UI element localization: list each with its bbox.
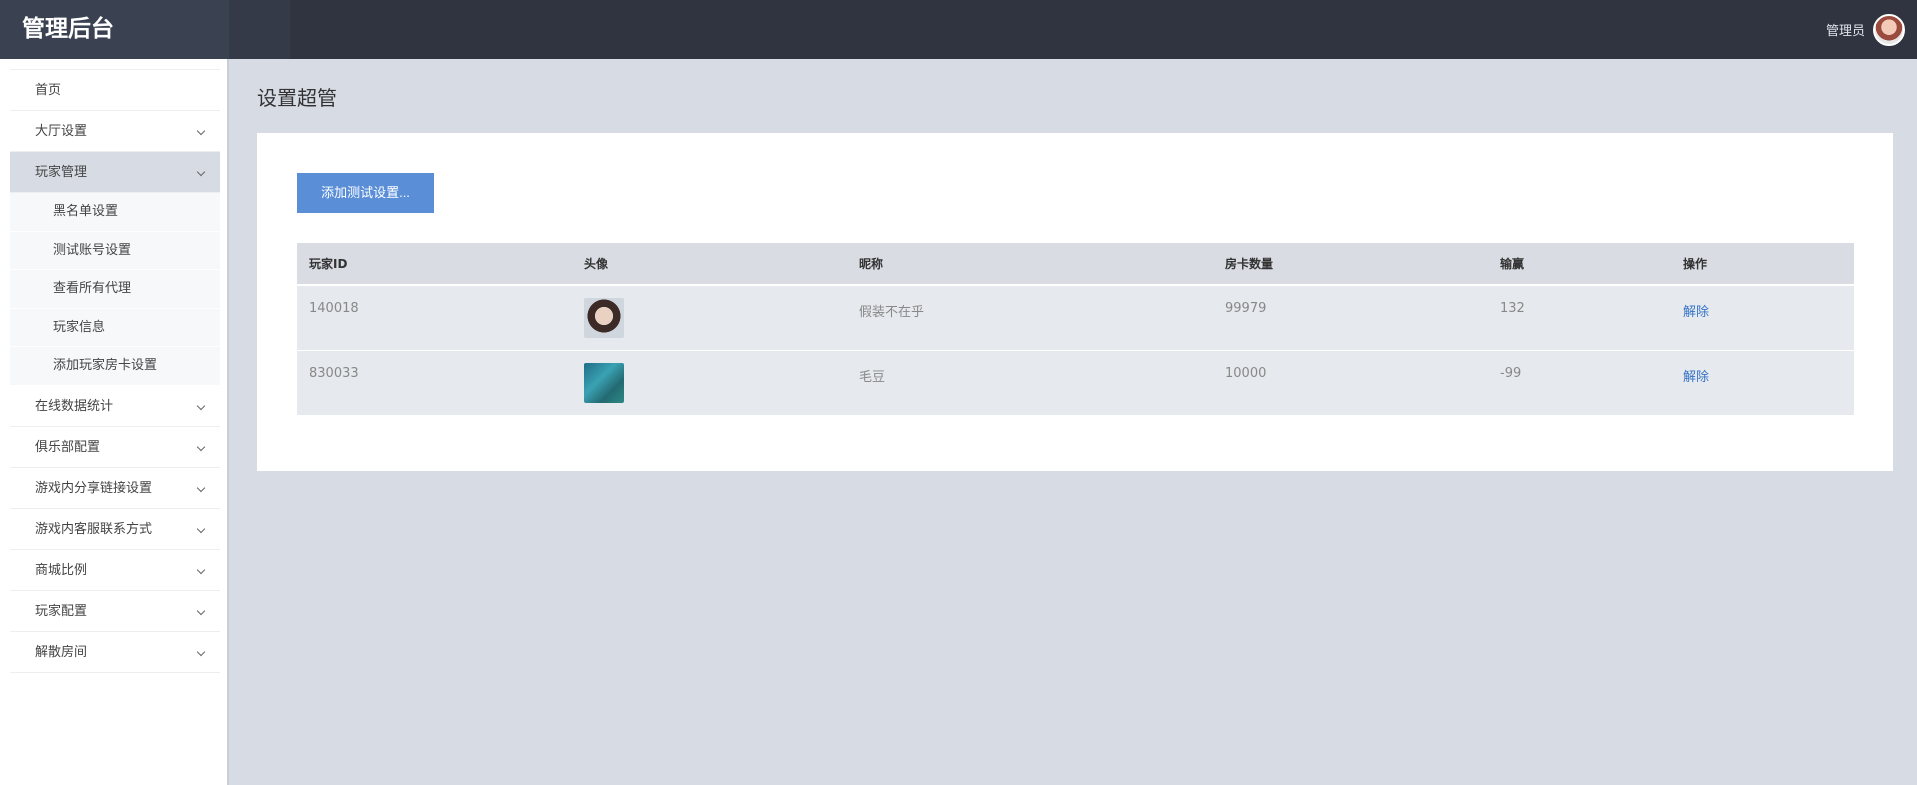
cell-nickname: 毛豆 (847, 350, 1213, 416)
cell-player-id: 830033 (297, 350, 572, 416)
column-header-room-cards[interactable]: 房卡数量 (1213, 243, 1488, 286)
chevron-down-icon (196, 126, 206, 136)
cell-action: 解除 (1671, 350, 1854, 416)
sidebar-item-label: 俱乐部配置 (35, 439, 101, 455)
submenu-item-all-agents[interactable]: 查看所有代理 (10, 270, 220, 309)
chevron-down-icon (196, 167, 206, 177)
sidebar-item-label: 首页 (35, 83, 62, 98)
sidebar-item-shop-ratio[interactable]: 商城比例 (10, 550, 220, 591)
sidebar-item-online-stats[interactable]: 在线数据统计 (10, 386, 220, 427)
chevron-down-icon (196, 401, 206, 410)
column-header-win-loss[interactable]: 输赢 (1488, 243, 1671, 286)
sidebar-item-label: 商城比例 (35, 562, 88, 578)
super-admin-table: 玩家ID 头像 昵称 房卡数量 输赢 操作 140018 假装不在乎 99979… (297, 243, 1854, 416)
cell-room-cards: 10000 (1213, 350, 1488, 416)
chevron-down-icon (196, 565, 206, 574)
sidebar-item-customer-service[interactable]: 游戏内客服联系方式 (10, 509, 220, 550)
chevron-down-icon (196, 524, 206, 533)
column-header-nickname[interactable]: 昵称 (847, 243, 1213, 286)
table-row: 140018 假装不在乎 99979 132 解除 (297, 285, 1854, 351)
chevron-down-icon (196, 483, 206, 492)
user-name[interactable]: 管理员 (1826, 20, 1865, 39)
cell-win-loss: -99 (1488, 350, 1671, 416)
chevron-down-icon (196, 606, 206, 615)
sidebar-item-player-config[interactable]: 玩家配置 (10, 591, 220, 632)
column-header-player-id[interactable]: 玩家ID (297, 243, 572, 286)
column-header-actions[interactable]: 操作 (1671, 243, 1854, 286)
sidebar-item-label: 在线数据统计 (35, 398, 114, 414)
submenu-item-test-accounts[interactable]: 测试账号设置 (10, 232, 220, 270)
submenu-item-player-info[interactable]: 玩家信息 (10, 309, 220, 347)
table-row: 830033 毛豆 10000 -99 解除 (297, 350, 1854, 416)
sidebar-menu: 首页 大厅设置 玩家管理 黑名单设置 测试账号设置 查看所有代理 玩家信息 添加… (10, 69, 220, 673)
cell-avatar (572, 285, 847, 351)
remove-link[interactable]: 解除 (1683, 305, 1709, 320)
sidebar-item-club-config[interactable]: 俱乐部配置 (10, 427, 220, 468)
add-test-settings-button[interactable]: 添加测试设置... (297, 173, 434, 213)
table-header-row: 玩家ID 头像 昵称 房卡数量 输赢 操作 (297, 243, 1854, 286)
sidebar-item-share-link[interactable]: 游戏内分享链接设置 (10, 468, 220, 509)
sidebar: 首页 大厅设置 玩家管理 黑名单设置 测试账号设置 查看所有代理 玩家信息 添加… (0, 59, 229, 785)
remove-link[interactable]: 解除 (1683, 370, 1709, 385)
cell-win-loss: 132 (1488, 285, 1671, 351)
player-avatar-image (584, 298, 624, 338)
sidebar-item-label: 玩家配置 (35, 603, 88, 619)
sidebar-item-label: 大厅设置 (35, 124, 88, 139)
top-header: 管理后台 管理员 (0, 0, 1917, 59)
cell-room-cards: 99979 (1213, 285, 1488, 351)
user-avatar[interactable] (1873, 13, 1905, 46)
cell-avatar (572, 350, 847, 416)
sidebar-item-home[interactable]: 首页 (10, 70, 220, 111)
page-title: 设置超管 (257, 86, 337, 110)
submenu-item-blacklist[interactable]: 黑名单设置 (10, 193, 220, 232)
sidebar-item-dissolve-room[interactable]: 解散房间 (10, 632, 220, 673)
sidebar-item-player-management[interactable]: 玩家管理 (10, 152, 220, 193)
player-management-submenu: 黑名单设置 测试账号设置 查看所有代理 玩家信息 添加玩家房卡设置 (10, 193, 220, 386)
sidebar-item-label: 游戏内客服联系方式 (35, 521, 153, 537)
column-header-avatar[interactable]: 头像 (572, 243, 847, 286)
chevron-down-icon (196, 647, 206, 656)
sidebar-toggle-area[interactable] (229, 0, 290, 59)
submenu-item-add-room-cards[interactable]: 添加玩家房卡设置 (10, 347, 220, 386)
sidebar-item-label: 解散房间 (35, 644, 88, 660)
brand-title[interactable]: 管理后台 (0, 0, 229, 59)
cell-action: 解除 (1671, 285, 1854, 351)
player-avatar-image (584, 362, 624, 403)
content-panel: 添加测试设置... 玩家ID 头像 昵称 房卡数量 输赢 操作 140018 假… (257, 133, 1893, 471)
chevron-down-icon (196, 442, 206, 451)
sidebar-item-label: 游戏内分享链接设置 (35, 480, 153, 496)
cell-nickname: 假装不在乎 (847, 285, 1213, 351)
sidebar-item-lobby-settings[interactable]: 大厅设置 (10, 111, 220, 152)
cell-player-id: 140018 (297, 285, 572, 351)
sidebar-item-label: 玩家管理 (35, 165, 88, 180)
user-menu[interactable]: 管理员 (1826, 0, 1905, 59)
